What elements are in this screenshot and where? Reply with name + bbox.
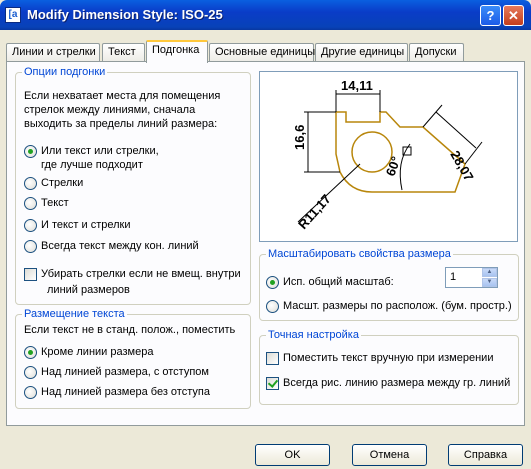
checkbox-always-draw-dim-line[interactable]: [266, 377, 279, 390]
radio-beside-dim-line-label[interactable]: Кроме линии размера: [41, 345, 153, 359]
checkbox-always-draw-dim-line-label[interactable]: Всегда рис. линию размера между гр. лини…: [283, 376, 510, 390]
preview-dim-top: 14,11: [341, 78, 373, 93]
title-bar: [a Modify Dimension Style: ISO-25 ? ✕: [0, 0, 531, 30]
radio-arrows[interactable]: [24, 177, 37, 190]
fit-description-line-2: стрелок между линиями, сначала: [24, 104, 196, 116]
fit-options-title: Опции подгонки: [22, 66, 108, 78]
radio-text[interactable]: [24, 197, 37, 210]
fine-tuning-title: Точная настройка: [266, 329, 361, 341]
radio-over-without-leader[interactable]: [24, 386, 37, 399]
checkbox-suppress-arrows-label-2[interactable]: линий размеров: [47, 283, 130, 297]
tab-primary-units[interactable]: Основные единицы: [209, 43, 315, 62]
window-title: Modify Dimension Style: ISO-25: [27, 7, 223, 22]
title-help-button[interactable]: ?: [480, 5, 501, 26]
checkbox-place-text-manually[interactable]: [266, 352, 279, 365]
cancel-button[interactable]: Отмена: [352, 444, 427, 466]
radio-text-or-arrows-label[interactable]: Или текст или стрелки,: [41, 144, 159, 158]
fit-description-line-3: выходить за пределы линий размера:: [24, 118, 218, 130]
checkbox-place-text-manually-label[interactable]: Поместить текст вручную при измерении: [283, 351, 493, 365]
radio-overall-scale-label[interactable]: Исп. общий масштаб:: [283, 275, 394, 289]
overall-scale-value[interactable]: 1: [450, 271, 456, 283]
tab-lines-arrows[interactable]: Линии и стрелки: [6, 43, 100, 62]
tab-tolerances[interactable]: Допуски: [409, 43, 464, 62]
radio-text-and-arrows-label[interactable]: И текст и стрелки: [41, 218, 131, 232]
radio-over-with-leader[interactable]: [24, 366, 37, 379]
radio-scale-to-layout[interactable]: [266, 300, 279, 313]
radio-text-or-arrows-label-2[interactable]: где лучше подходит: [41, 158, 143, 172]
tab-text[interactable]: Текст: [102, 43, 145, 62]
checkbox-suppress-arrows-label[interactable]: Убирать стрелки если не вмещ. внутри: [41, 267, 241, 281]
tab-fit[interactable]: Подгонка: [146, 40, 208, 63]
radio-text-or-arrows[interactable]: [24, 145, 37, 158]
preview-dim-left: 16,6: [292, 125, 307, 150]
preview-radius: R11,17: [295, 191, 334, 232]
preview-dim-right: 28,07: [447, 148, 476, 184]
radio-scale-to-layout-label[interactable]: Масшт. размеры по располож. (бум. простр…: [283, 299, 512, 313]
scale-title: Масштабировать свойства размера: [266, 248, 453, 260]
radio-text-label[interactable]: Текст: [41, 196, 69, 210]
help-button[interactable]: Справка: [448, 444, 523, 466]
fit-description-line-1: Если нехватает места для помещения: [24, 90, 221, 102]
radio-overall-scale[interactable]: [266, 276, 279, 289]
spinner-down-icon[interactable]: ▼: [482, 278, 497, 287]
text-placement-title: Размещение текста: [22, 308, 127, 320]
checkbox-suppress-arrows[interactable]: [24, 268, 37, 281]
spinner-up-icon[interactable]: ▲: [482, 268, 497, 277]
ok-button[interactable]: OK: [255, 444, 330, 466]
radio-over-without-leader-label[interactable]: Над линией размера без отступа: [41, 385, 210, 399]
app-icon: [a: [5, 7, 21, 23]
overall-scale-spinner[interactable]: 1 ▲ ▼: [445, 267, 498, 288]
radio-always-text-between[interactable]: [24, 240, 37, 253]
text-placement-description: Если текст не в станд. полож., поместить: [24, 324, 236, 336]
tab-alternate-units[interactable]: Другие единицы: [315, 43, 408, 62]
radio-arrows-label[interactable]: Стрелки: [41, 176, 83, 190]
radio-text-and-arrows[interactable]: [24, 219, 37, 232]
fine-tuning-group: Точная настройка: [259, 329, 519, 405]
radio-beside-dim-line[interactable]: [24, 346, 37, 359]
radio-over-with-leader-label[interactable]: Над линией размера, с отступом: [41, 365, 209, 379]
title-close-button[interactable]: ✕: [503, 5, 524, 26]
dimension-preview: 14,11 16,6 28,07 60° R11,17: [259, 71, 518, 242]
tab-strip: Линии и стрелки Текст Подгонка Основные …: [6, 40, 526, 63]
radio-always-text-between-label[interactable]: Всегда текст между кон. линий: [41, 239, 199, 253]
preview-drawing: 14,11 16,6 28,07 60° R11,17: [292, 78, 483, 232]
